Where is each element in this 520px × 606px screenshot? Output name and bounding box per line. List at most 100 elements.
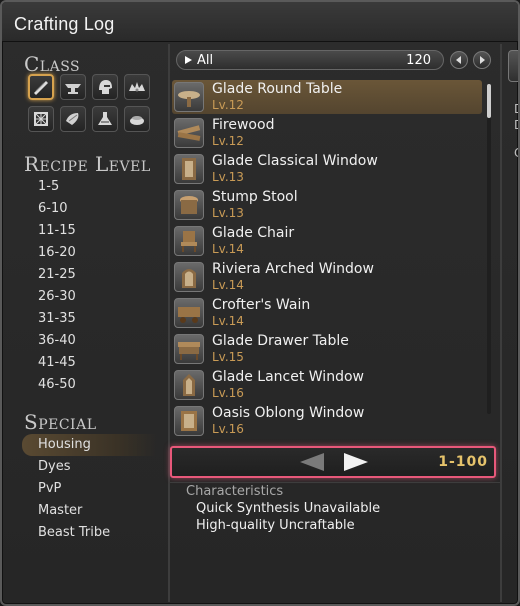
loom-icon <box>34 112 48 126</box>
tiara-icon <box>129 82 145 92</box>
class-blacksmith-button[interactable] <box>60 74 86 100</box>
recipe-row[interactable]: Riviera Arched Window Lv.14 <box>172 260 486 294</box>
detail-panel-edge: D D C <box>500 44 518 602</box>
special-recipe-item[interactable]: Housing <box>22 434 158 456</box>
class-culinarian-button[interactable] <box>124 106 150 132</box>
chevron-right-icon <box>480 56 485 64</box>
pager: 1-100 <box>170 446 496 478</box>
detail-text: D <box>514 102 518 116</box>
filter-count: 120 <box>406 53 431 68</box>
filter-label: All <box>197 53 214 68</box>
special-recipe-item[interactable]: Beast Tribe <box>22 522 158 544</box>
page-next-icon[interactable] <box>342 451 372 473</box>
detail-text: C <box>514 146 518 160</box>
characteristic-line: High-quality Uncraftable <box>196 518 355 533</box>
pot-icon <box>130 116 144 125</box>
class-leatherworker-button[interactable] <box>60 106 86 132</box>
class-alchemist-button[interactable] <box>92 106 118 132</box>
recipe-row[interactable]: Glade Chair Lv.14 <box>172 224 486 258</box>
recipe-row[interactable]: Glade Round Table Lv.12 <box>172 80 482 114</box>
recipe-level-item[interactable]: 41-45 <box>22 352 158 374</box>
recipe-name: Glade Classical Window <box>212 153 378 169</box>
scroll-thumb[interactable] <box>487 84 491 118</box>
detail-item-icon[interactable] <box>508 50 518 82</box>
filter-next-button[interactable] <box>473 51 491 69</box>
recipe-item-icon <box>174 370 204 400</box>
recipe-name: Oasis Oblong Window <box>212 405 365 421</box>
recipe-name: Firewood <box>212 117 275 133</box>
recipe-level: Lv.15 <box>212 350 244 364</box>
recipe-level: Lv.12 <box>212 98 244 112</box>
recipe-level-item[interactable]: 16-20 <box>22 242 158 264</box>
characteristics-section: Characteristics Quick Synthesis Unavaila… <box>186 484 486 533</box>
recipe-row[interactable]: Glade Classical Window Lv.13 <box>172 152 486 186</box>
play-arrow-icon <box>185 56 192 64</box>
recipe-level-item[interactable]: 11-15 <box>22 220 158 242</box>
recipe-level: Lv.14 <box>212 242 244 256</box>
detail-text: D <box>514 118 518 132</box>
recipe-item-icon <box>174 118 204 148</box>
recipe-name: Stump Stool <box>212 189 298 205</box>
recipe-level: Lv.13 <box>212 170 244 184</box>
characteristic-line: Quick Synthesis Unavailable <box>196 501 381 516</box>
recipe-level: Lv.12 <box>212 134 244 148</box>
leather-icon <box>66 113 79 125</box>
class-weaver-button[interactable] <box>28 106 54 132</box>
special-recipe-item[interactable]: Master <box>22 500 158 522</box>
recipe-name: Riviera Arched Window <box>212 261 374 277</box>
divider <box>170 482 500 483</box>
class-armorer-button[interactable] <box>92 74 118 100</box>
recipe-item-icon <box>174 82 204 112</box>
recipe-item-icon <box>174 190 204 220</box>
chevron-left-icon <box>456 56 461 64</box>
recipe-level: Lv.16 <box>212 422 244 436</box>
recipe-name: Glade Lancet Window <box>212 369 364 385</box>
recipe-level-item[interactable]: 26-30 <box>22 286 158 308</box>
recipe-level-item[interactable]: 1-5 <box>22 176 158 198</box>
recipe-name: Glade Chair <box>212 225 295 241</box>
recipe-row[interactable]: Stump Stool Lv.13 <box>172 188 486 222</box>
recipe-row[interactable]: Oasis Oblong Window Lv.16 <box>172 404 486 438</box>
left-panel: Class Recipe Level 1-5 6-10 11-15 16-20 … <box>8 44 166 602</box>
recipe-level: Lv.14 <box>212 278 244 292</box>
recipe-item-icon <box>174 334 204 364</box>
recipe-name: Crofter's Wain <box>212 297 311 313</box>
helmet-icon <box>99 80 112 94</box>
class-goldsmith-button[interactable] <box>124 74 150 100</box>
recipe-level: Lv.13 <box>212 206 244 220</box>
recipe-panel: All 120 Glade Round Table Lv.12 Firewood Lv… <box>168 44 500 602</box>
recipe-level-item[interactable]: 46-50 <box>22 374 158 396</box>
recipe-item-icon <box>174 298 204 328</box>
special-recipe-item[interactable]: PvP <box>22 478 158 500</box>
characteristics-heading: Characteristics <box>186 484 284 499</box>
recipe-name: Glade Drawer Table <box>212 333 349 349</box>
recipe-level: Lv.16 <box>212 386 244 400</box>
recipe-row[interactable]: Firewood Lv.12 <box>172 116 486 150</box>
recipe-item-icon <box>174 406 204 436</box>
recipe-item-icon <box>174 226 204 256</box>
recipe-level-item[interactable]: 36-40 <box>22 330 158 352</box>
filter-prev-button[interactable] <box>450 51 468 69</box>
window-title: Crafting Log <box>14 14 115 34</box>
class-carpenter-button[interactable] <box>28 74 54 100</box>
crafting-log-window: Crafting Log Class Recipe Level 1-5 6-10… <box>0 0 520 606</box>
special-recipe-item[interactable]: Dyes <box>22 456 158 478</box>
recipe-level-item[interactable]: 31-35 <box>22 308 158 330</box>
recipe-level-heading: Recipe Level <box>24 152 151 176</box>
class-heading: Class <box>24 52 81 76</box>
recipe-scrollbar[interactable] <box>487 84 491 414</box>
page-range: 1-100 <box>438 454 488 470</box>
recipe-row[interactable]: Glade Drawer Table Lv.15 <box>172 332 486 366</box>
recipe-level-item[interactable]: 6-10 <box>22 198 158 220</box>
recipe-level-item[interactable]: 21-25 <box>22 264 158 286</box>
recipe-row[interactable]: Glade Lancet Window Lv.16 <box>172 368 486 402</box>
page-prev-icon[interactable] <box>296 451 326 473</box>
recipe-name: Glade Round Table <box>212 81 343 97</box>
flask-icon <box>98 112 112 125</box>
recipe-level: Lv.14 <box>212 314 244 328</box>
saw-icon <box>34 81 48 95</box>
anvil-icon <box>65 84 81 94</box>
title-bar[interactable]: Crafting Log <box>2 2 518 42</box>
recipe-row[interactable]: Crofter's Wain Lv.14 <box>172 296 486 330</box>
filter-dropdown[interactable]: All 120 <box>176 50 444 70</box>
